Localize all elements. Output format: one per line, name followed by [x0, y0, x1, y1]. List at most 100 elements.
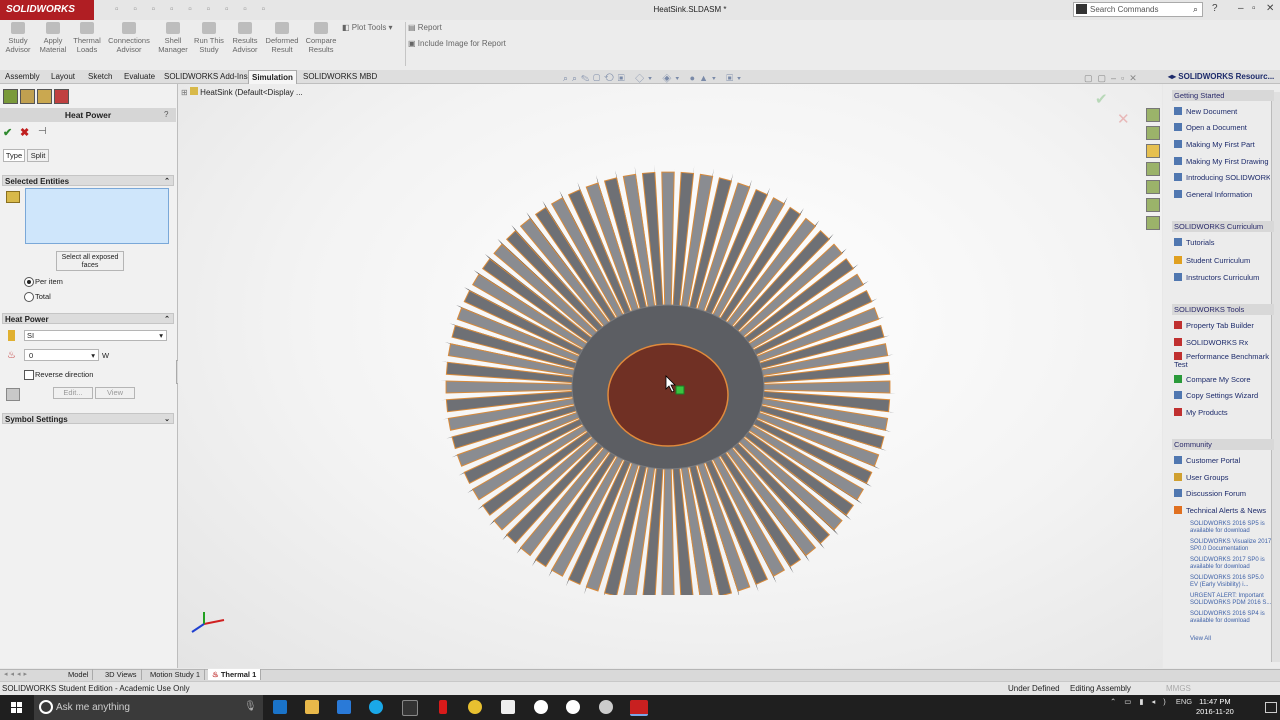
tab-motion-study[interactable]: Motion Study 1 — [146, 669, 206, 680]
compare-results-button[interactable]: Compare Results — [303, 22, 339, 54]
clock[interactable]: 11:47 PM 2016-11-20 — [1196, 697, 1234, 717]
edit-button[interactable]: Edit... — [53, 387, 93, 399]
table-icon[interactable] — [6, 388, 20, 401]
store-icon[interactable] — [337, 700, 351, 714]
total-radio[interactable] — [24, 292, 34, 302]
confirm-check-icon[interactable]: ✔ — [1095, 90, 1108, 108]
manager-tabs[interactable] — [3, 89, 71, 106]
link-customer-portal[interactable]: Customer Portal — [1174, 456, 1240, 465]
language-indicator[interactable]: ENG — [1176, 697, 1192, 706]
system-tray[interactable]: ⌃▭▮◂) ENG — [1110, 697, 1192, 706]
news-item[interactable]: SOLIDWORKS 2016 SP4 is available for dow… — [1190, 611, 1272, 625]
news-item[interactable]: SOLIDWORKS Visualize 2017 SP0.0 Document… — [1190, 539, 1272, 553]
task-pane-scrollbar[interactable] — [1271, 92, 1280, 662]
app-icon[interactable] — [534, 700, 548, 714]
app-icon[interactable] — [599, 700, 613, 714]
news-item[interactable]: SOLIDWORKS 2017 SP0 is available for dow… — [1190, 557, 1272, 571]
tab-3d-views[interactable]: 3D Views — [101, 669, 142, 680]
view-button[interactable]: View — [95, 387, 135, 399]
shell-manager-button[interactable]: Shell Manager — [156, 22, 190, 54]
link-open-document[interactable]: Open a Document — [1174, 123, 1247, 132]
pushpin-icon[interactable]: ⊣ — [38, 126, 47, 137]
select-all-faces-button[interactable]: Select all exposed faces — [56, 251, 124, 271]
study-advisor-button[interactable]: Study Advisor — [4, 22, 32, 54]
file-explorer-icon[interactable] — [305, 700, 319, 714]
unit-system-select[interactable]: SI ▾ — [24, 330, 167, 341]
tab-model[interactable]: Model — [64, 669, 94, 680]
unit-system[interactable]: MMGS — [1166, 682, 1191, 696]
viewport-window-controls[interactable]: ▢▢–▫✕ — [1084, 73, 1142, 84]
deformed-result-button[interactable]: Deformed Result — [263, 22, 301, 54]
results-advisor-button[interactable]: Results Advisor — [229, 22, 261, 54]
link-sw-rx[interactable]: SOLIDWORKS Rx — [1174, 338, 1248, 347]
news-item[interactable]: URGENT ALERT: Important SOLIDWORKS PDM 2… — [1190, 593, 1272, 607]
link-property-tab-builder[interactable]: Property Tab Builder — [1174, 321, 1254, 330]
tab-evaluate[interactable]: Evaluate — [121, 70, 158, 83]
solidworks-logo[interactable]: SOLIDWORKS — [0, 0, 94, 20]
tab-assembly[interactable]: Assembly — [2, 70, 43, 83]
link-compare-score[interactable]: Compare My Score — [1174, 375, 1251, 384]
connections-advisor-button[interactable]: Connections Advisor — [106, 22, 152, 54]
edge-icon[interactable] — [273, 700, 287, 714]
cancel-x-icon[interactable]: ✖ — [20, 126, 29, 139]
microphone-icon[interactable]: 🎙 — [244, 701, 257, 712]
tab-thermal[interactable]: ♨ Thermal 1 — [208, 669, 262, 680]
app-icon[interactable] — [566, 700, 580, 714]
thermal-loads-button[interactable]: Thermal Loads — [71, 22, 103, 54]
heatsink-model[interactable] — [430, 155, 910, 595]
link-performance-benchmark[interactable]: Performance Benchmark Test — [1174, 352, 1270, 369]
news-item[interactable]: SOLIDWORKS 2016 SP5.0 EV (Early Visibili… — [1190, 575, 1272, 589]
tab-addins[interactable]: SOLIDWORKS Add-Ins — [161, 70, 251, 83]
chrome-icon[interactable] — [468, 700, 482, 714]
reverse-direction-checkbox[interactable] — [24, 370, 34, 380]
quick-access-toolbar[interactable]: ▫ ▫ ▫ ▫ ▫ ▫ ▫ ▫ ▫ — [115, 4, 271, 15]
link-general-info[interactable]: General Information — [1174, 190, 1252, 199]
skype-icon[interactable] — [369, 700, 383, 714]
link-discussion-forum[interactable]: Discussion Forum — [1174, 489, 1246, 498]
solidworks-taskbar-icon[interactable] — [630, 700, 648, 716]
include-image-button[interactable]: ▣ Include Image for Report — [408, 39, 506, 48]
link-first-part[interactable]: Making My First Part — [1174, 140, 1255, 149]
tab-sketch[interactable]: Sketch — [85, 70, 115, 83]
view-all-link[interactable]: View All — [1190, 636, 1272, 643]
plot-tools-button[interactable]: ◧ Plot Tools ▾ — [342, 23, 393, 32]
cortana-search[interactable]: Ask me anything — [34, 695, 263, 720]
per-item-radio[interactable] — [24, 277, 34, 287]
mail-icon[interactable] — [501, 700, 515, 714]
search-commands-input[interactable]: Search Commands ⌕ — [1073, 2, 1203, 17]
link-instructors-curriculum[interactable]: Instructors Curriculum — [1174, 273, 1259, 282]
link-tutorials[interactable]: Tutorials — [1174, 238, 1214, 247]
restore-icon[interactable]: ▫ — [1252, 3, 1256, 14]
selection-box[interactable] — [25, 188, 169, 244]
minimize-icon[interactable]: – — [1238, 3, 1244, 14]
symbol-settings-header[interactable]: Symbol Settings ⌄ — [2, 413, 174, 424]
heat-power-header[interactable]: Heat Power ⌃ — [2, 313, 174, 324]
ok-check-icon[interactable]: ✔ — [3, 126, 12, 139]
link-first-drawing[interactable]: Making My First Drawing — [1174, 157, 1270, 166]
selected-entities-header[interactable]: Selected Entities ⌃ — [2, 175, 174, 186]
search-icon[interactable]: ⌕ — [1193, 3, 1198, 16]
report-button[interactable]: ▤ Report — [408, 23, 442, 32]
heat-power-value-input[interactable]: 0 ▾ — [24, 349, 99, 361]
tab-mbd[interactable]: SOLIDWORKS MBD — [300, 70, 380, 83]
heat-source-face[interactable] — [607, 343, 729, 447]
close-icon[interactable]: ✕ — [1266, 3, 1274, 14]
help-icon[interactable]: ? — [1212, 3, 1218, 14]
tab-layout[interactable]: Layout — [48, 70, 78, 83]
heads-up-view-toolbar[interactable]: ⌕⌕✎▢⟲▣ ◇▾ ◈▾ ●▲▾ ▣▾ — [563, 73, 745, 84]
link-my-products[interactable]: My Products — [1174, 408, 1228, 417]
tab-simulation[interactable]: Simulation — [248, 70, 297, 84]
link-introducing[interactable]: Introducing SOLIDWORKS — [1174, 173, 1270, 182]
run-study-button[interactable]: Run This Study — [193, 22, 225, 54]
tab-split[interactable]: Split — [27, 149, 49, 162]
link-new-document[interactable]: New Document — [1174, 107, 1237, 116]
confirm-cancel-icon[interactable]: ✕ — [1117, 110, 1130, 128]
terminal-icon[interactable] — [402, 700, 418, 716]
apply-material-button[interactable]: Apply Material — [38, 22, 68, 54]
netflix-icon[interactable] — [439, 700, 447, 714]
tab-scroll-arrows[interactable]: ◂◂◂▸ — [4, 670, 30, 678]
link-copy-settings[interactable]: Copy Settings Wizard — [1174, 391, 1258, 400]
link-student-curriculum[interactable]: Student Curriculum — [1174, 256, 1250, 265]
task-pane-tabs[interactable] — [1146, 108, 1162, 234]
feature-tree-flyout[interactable]: ⊞ HeatSink (Default<Display ... — [181, 87, 303, 97]
